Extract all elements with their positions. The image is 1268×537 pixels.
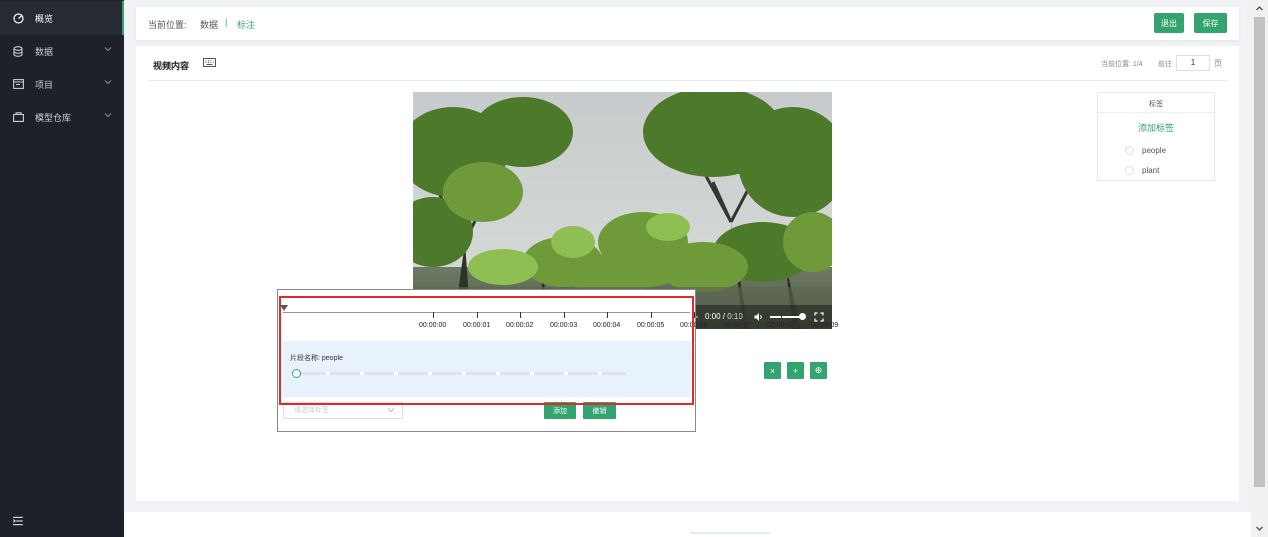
sidebar: 概览 数据 项目 模型仓库 xyxy=(0,0,124,537)
close-icon: × xyxy=(769,365,776,376)
delete-clip-button[interactable]: × xyxy=(764,362,781,379)
breadcrumb-item-data[interactable]: 数据 xyxy=(200,18,218,31)
card-title: 视频内容 xyxy=(153,61,190,71)
volume-slider[interactable] xyxy=(770,316,802,318)
sidebar-item-data[interactable]: 数据 xyxy=(0,34,124,68)
clip-settings-button[interactable]: ⊕ xyxy=(810,362,827,379)
labels-panel-title: 标签 xyxy=(1149,101,1163,108)
chevron-down-icon xyxy=(104,113,112,118)
add-label-link[interactable]: 添加标签 xyxy=(1098,121,1214,134)
scroll-down-icon[interactable] xyxy=(1255,524,1264,533)
exit-button[interactable]: 退出 xyxy=(1154,13,1184,33)
timeline-tick-label: 00:00:08 xyxy=(767,322,795,329)
footer-decoration xyxy=(690,532,770,534)
keyboard-icon[interactable] xyxy=(203,58,216,67)
breadcrumb-item-annotate: 标注 xyxy=(237,20,256,30)
scrollbar-thumb[interactable] xyxy=(1254,17,1265,487)
pager-unit-label: 页 xyxy=(1214,59,1222,68)
vertical-scrollbar[interactable] xyxy=(1251,0,1268,537)
footer-area xyxy=(124,512,1251,537)
plus-icon: + xyxy=(792,365,799,376)
label-option-plant[interactable]: plant xyxy=(1125,166,1159,175)
label-option-text: people xyxy=(1142,146,1167,155)
top-header: 当前位置: 数据 | 标注 退出 保存 xyxy=(136,7,1239,40)
collapse-menu-icon[interactable] xyxy=(12,515,24,527)
scroll-up-icon[interactable] xyxy=(1255,4,1264,13)
pager-position: 当前位置: 1/4 xyxy=(1101,61,1143,68)
chevron-down-icon xyxy=(104,80,112,85)
sidebar-item-label: 模型仓库 xyxy=(35,112,72,123)
timeline-tick-label: 00:00:09 xyxy=(811,322,839,329)
duration: 0:10 xyxy=(727,312,743,321)
current-time: 0:00 xyxy=(705,312,721,321)
volume-icon[interactable] xyxy=(754,312,764,322)
timeline-tick xyxy=(694,312,695,318)
sidebar-item-model-repo[interactable]: 模型仓库 xyxy=(0,100,124,134)
page-number-input[interactable]: 1 xyxy=(1176,55,1210,71)
database-icon xyxy=(12,45,24,57)
divider xyxy=(1098,112,1214,113)
project-icon xyxy=(12,78,24,90)
target-icon: ⊕ xyxy=(814,365,823,375)
sidebar-item-label: 数据 xyxy=(35,46,54,57)
chevron-down-icon xyxy=(104,47,112,52)
save-button[interactable]: 保存 xyxy=(1194,13,1227,33)
timeline-tick xyxy=(825,312,826,318)
breadcrumb-title: 当前位置: xyxy=(148,20,187,30)
pager-goto-label: 前往 xyxy=(1158,61,1172,68)
fullscreen-icon[interactable] xyxy=(814,312,824,322)
label-option-text: plant xyxy=(1142,166,1160,175)
labels-panel: 标签 添加标签 people plant xyxy=(1097,92,1215,181)
radio-button[interactable] xyxy=(1125,166,1134,175)
selection-highlight xyxy=(279,296,694,405)
divider xyxy=(148,80,1227,81)
breadcrumb-separator: | xyxy=(225,17,228,27)
timeline-tick-label: 00:00:07 xyxy=(724,322,752,329)
sidebar-item-label: 概览 xyxy=(35,13,54,24)
sidebar-item-overview[interactable]: 概览 xyxy=(0,1,124,35)
timeline-tick xyxy=(738,312,739,318)
dashboard-icon xyxy=(12,12,24,24)
select-placeholder: 请选择标签 xyxy=(294,407,329,414)
radio-button[interactable] xyxy=(1125,146,1134,155)
sidebar-item-label: 项目 xyxy=(35,79,54,90)
chevron-down-icon xyxy=(387,408,395,413)
volume-handle[interactable] xyxy=(799,313,806,320)
label-option-people[interactable]: people xyxy=(1125,146,1166,155)
sidebar-item-projects[interactable]: 项目 xyxy=(0,67,124,101)
timeline-tick xyxy=(781,312,782,318)
video-content-card: 视频内容 当前位置: 1/4 前往 1 页 0:00 / 0:10 xyxy=(136,46,1239,501)
add-clip-button[interactable]: + xyxy=(787,362,804,379)
model-repo-icon xyxy=(12,111,24,123)
